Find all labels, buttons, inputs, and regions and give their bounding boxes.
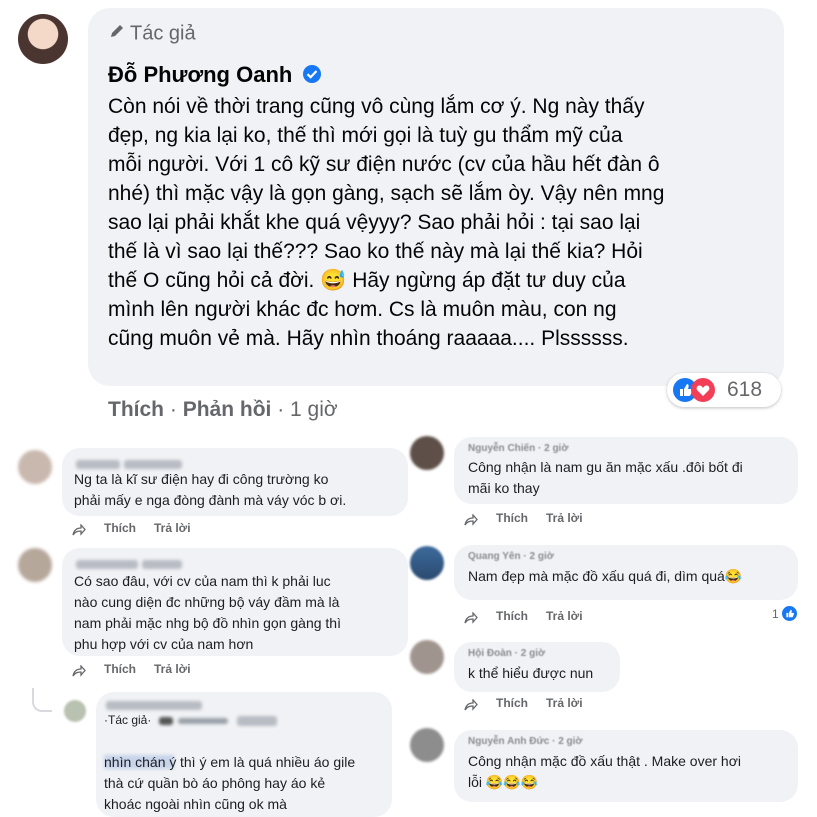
main-comment-text: Còn nói về thời trang cũng vô cùng lắm c…: [108, 95, 665, 350]
timestamp[interactable]: 1 giờ: [290, 398, 338, 421]
verified-icon: [302, 64, 322, 90]
reply-bubble: ·Tác giả· thì ý em là quá nhiều áo gile …: [96, 692, 392, 817]
like-link[interactable]: Thích: [496, 511, 528, 525]
comment-bubble: Ng ta là kĩ sư điện hay đi công trường k…: [62, 448, 408, 516]
commenter-name[interactable]: Hội Đoàn · 2 giờ: [468, 648, 545, 659]
like-reaction-icon: [782, 606, 798, 624]
author-badge-label: Tác giả: [130, 22, 196, 45]
commenter-avatar[interactable]: [410, 436, 444, 470]
author-badge: Tác giả: [108, 22, 196, 46]
like-link[interactable]: Thích: [496, 696, 528, 710]
share-icon: [464, 513, 478, 526]
comment-text: Công nhận là nam gu ăn mặc xấu .đôi bốt …: [468, 459, 743, 496]
share-icon: [72, 523, 86, 536]
comment-like-count[interactable]: 1: [772, 606, 798, 624]
author-avatar[interactable]: [18, 14, 68, 64]
reply-link[interactable]: Trả lời: [154, 662, 191, 676]
reply-link[interactable]: Trả lời: [154, 521, 191, 535]
comment-text: k thể hiểu được nun: [468, 665, 594, 681]
share-icon: [464, 698, 478, 711]
comment-bubble: Nguyễn Anh Đức · 2 giờ Công nhận mặc đồ …: [454, 730, 798, 802]
like-link[interactable]: Thích: [104, 521, 136, 535]
comment-actions: Thích Trả lời: [464, 609, 601, 624]
like-link[interactable]: Thích: [496, 609, 528, 623]
author-badge: ·Tác giả·: [104, 713, 152, 727]
separator: ·: [169, 398, 177, 421]
comment-text: Công nhận mặc đồ xấu thật . Make over hơ…: [468, 753, 741, 790]
commenter-avatar[interactable]: [410, 546, 444, 580]
commenter-name[interactable]: Nguyễn Anh Đức · 2 giờ: [468, 736, 583, 747]
commenter-avatar[interactable]: [18, 548, 52, 582]
pen-icon: [108, 22, 126, 46]
reply-link[interactable]: Trả lời: [546, 511, 583, 525]
reaction-summary[interactable]: 618: [667, 373, 781, 407]
comment-text: Nam đẹp mà mặc đồ xấu quá đi, dìm quá😂: [468, 568, 743, 584]
share-icon: [464, 611, 478, 624]
comment-text: Ng ta là kĩ sư điện hay đi công trường k…: [74, 471, 347, 508]
author-name[interactable]: Đỗ Phương Oanh: [108, 62, 322, 90]
comment-actions: Thích Trả lời: [72, 662, 209, 677]
separator: ·: [277, 398, 285, 421]
reply-link[interactable]: Phản hồi: [183, 398, 272, 421]
reply-link[interactable]: Trả lời: [546, 696, 583, 710]
reaction-count: 618: [727, 378, 763, 401]
author-name-text[interactable]: Đỗ Phương Oanh: [108, 62, 292, 87]
comment-bubble: Quang Yên · 2 giờ Nam đẹp mà mặc đồ xấu …: [454, 545, 798, 600]
commenter-avatar[interactable]: [410, 728, 444, 762]
commenter-name[interactable]: Quang Yên · 2 giờ: [468, 551, 554, 562]
comment-actions: Thích Trả lời: [464, 511, 601, 526]
reply-author-row: ·Tác giả·: [104, 713, 278, 727]
main-comment-actions: Thích · Phản hồi · 1 giờ: [108, 398, 338, 422]
like-count: 1: [772, 607, 779, 621]
author-avatar-small[interactable]: [64, 700, 86, 722]
comment-bubble: Hội Đoàn · 2 giờ k thể hiểu được nun: [454, 642, 620, 692]
commenter-name[interactable]: Nguyễn Chiến · 2 giờ: [468, 443, 568, 454]
comment-actions: Thích Trả lời: [72, 521, 209, 536]
commenter-avatar[interactable]: [410, 640, 444, 674]
comment-actions: Thích Trả lời: [464, 696, 601, 711]
comment-bubble: Nguyễn Chiến · 2 giờ Công nhận là nam gu…: [454, 437, 798, 504]
reply-connector: [32, 688, 52, 712]
like-link[interactable]: Thích: [104, 662, 136, 676]
love-reaction-icon: [691, 378, 715, 407]
like-link[interactable]: Thích: [108, 398, 164, 421]
share-icon: [72, 664, 86, 677]
commenter-avatar[interactable]: [18, 450, 52, 484]
comment-bubble: Có sao đâu, với cv của nam thì k phải lu…: [62, 548, 408, 656]
reply-link[interactable]: Trả lời: [546, 609, 583, 623]
main-comment-bubble: Tác giả Đỗ Phương Oanh Còn nói về thời t…: [88, 8, 784, 386]
reply-text-rest: nhìn chán ý thà cứ quần bò áo phông hay …: [104, 754, 326, 812]
comment-text: Có sao đâu, với cv của nam thì k phải lu…: [74, 573, 341, 652]
